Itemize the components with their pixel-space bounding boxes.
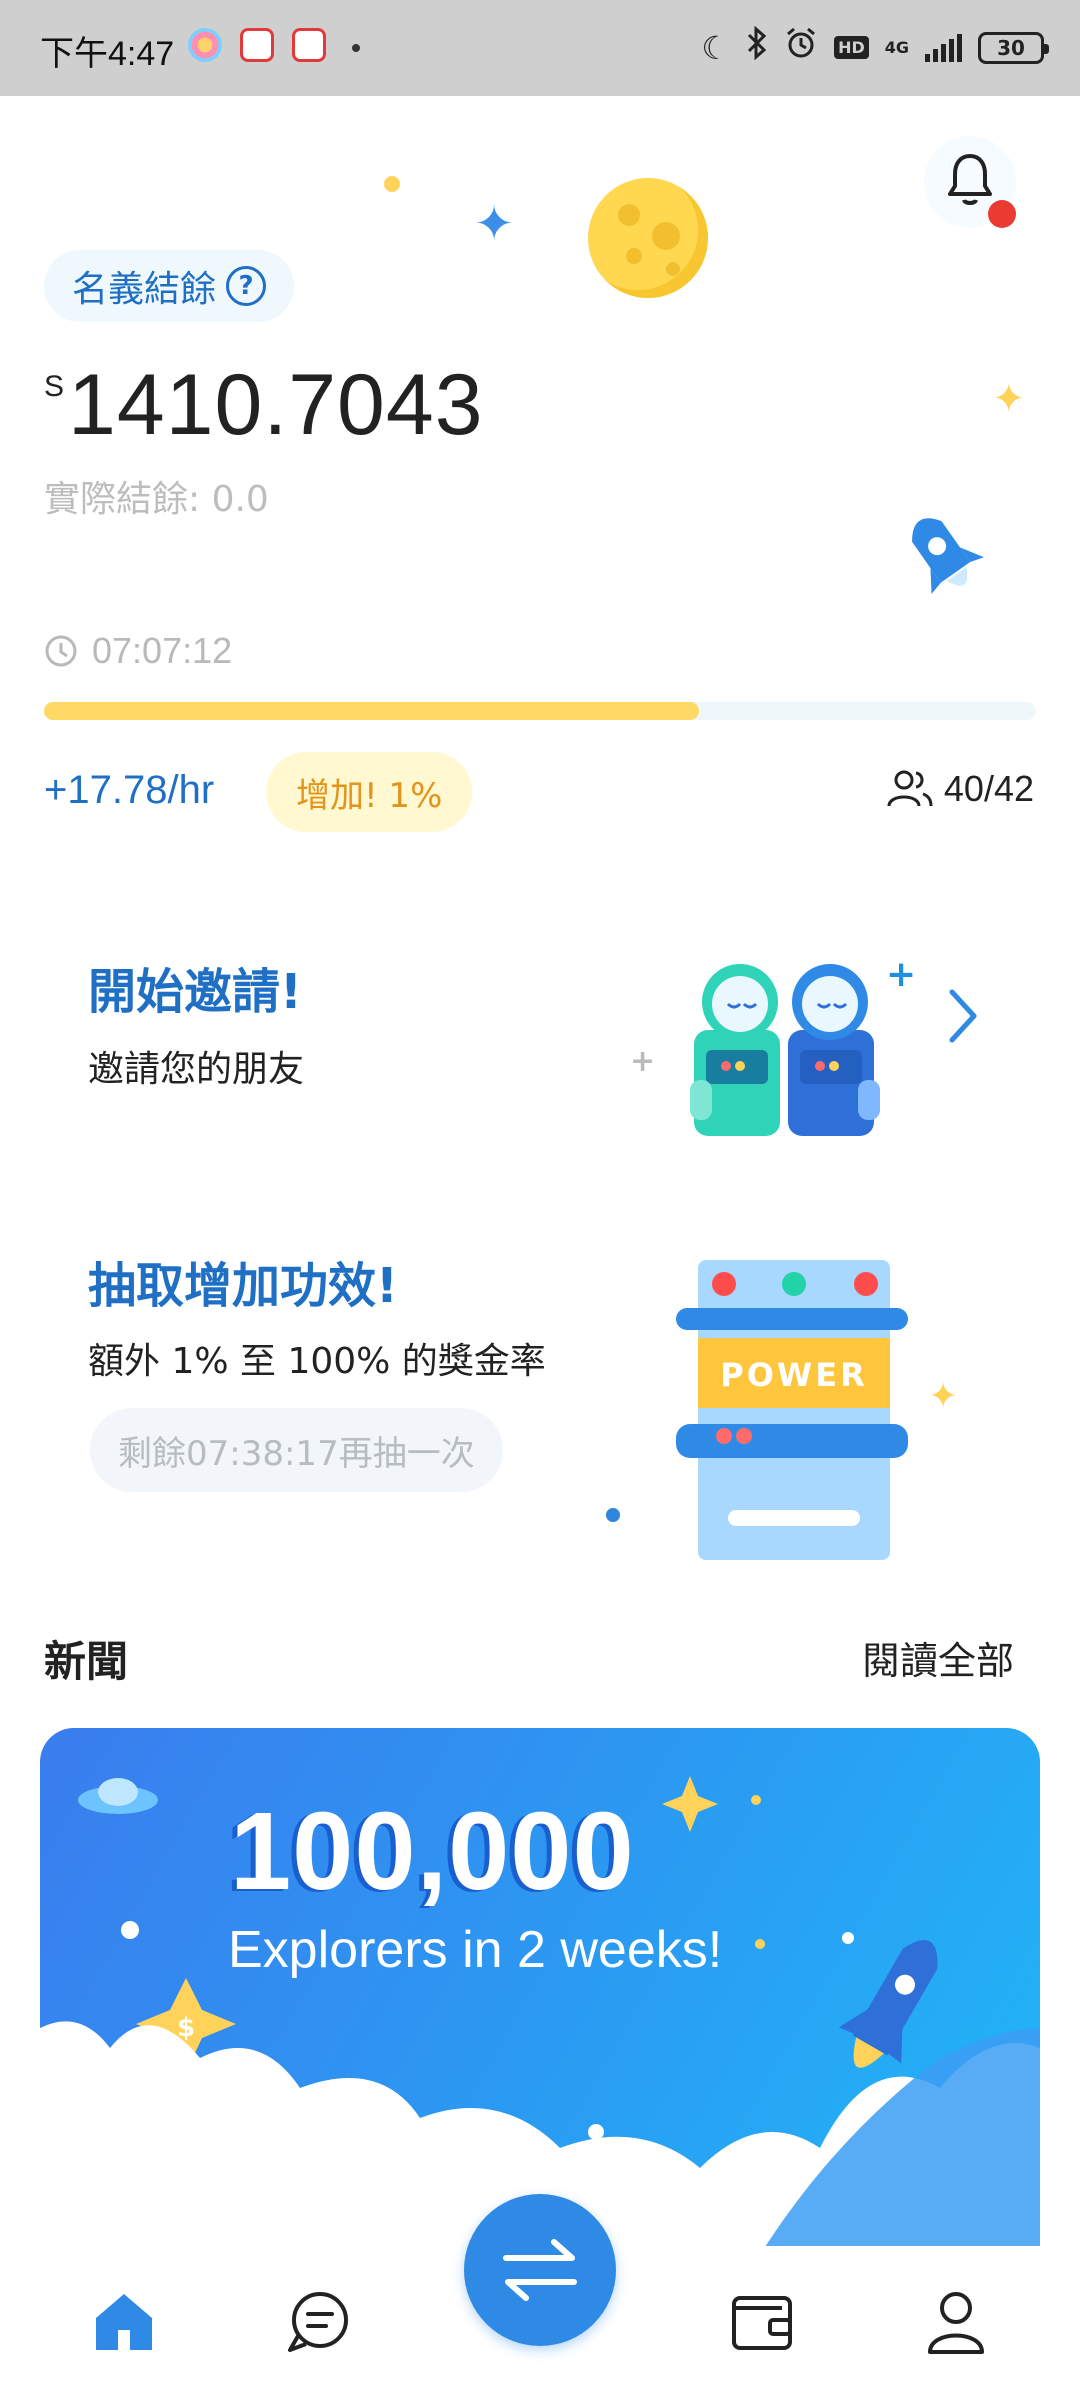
- app-notification-icon: [292, 28, 326, 62]
- mining-rate: +17.78/hr: [44, 768, 215, 812]
- help-icon[interactable]: ?: [226, 266, 267, 306]
- boost-badge[interactable]: 增加! 1%: [266, 752, 473, 832]
- chat-icon[interactable]: [282, 2286, 354, 2358]
- timer-text: 07:07:12: [92, 630, 233, 671]
- chevron-right-icon[interactable]: [946, 988, 980, 1044]
- wallet-icon[interactable]: [726, 2286, 798, 2358]
- draw-subtitle: 額外 1% 至 100% 的獎金率: [88, 1341, 546, 1382]
- app-notification-icon: [188, 28, 222, 62]
- actual-balance: 實際結餘: 0.0: [44, 479, 269, 520]
- draw-title: 抽取增加功效!: [88, 1258, 398, 1314]
- status-icons: ☾ HD 4G 30: [701, 25, 1049, 69]
- network-type: 4G: [884, 37, 909, 57]
- mining-progress-bar: [44, 702, 1036, 720]
- banner-headline: 100,000: [230, 1790, 635, 1913]
- battery-level: 30: [997, 35, 1025, 60]
- home-icon[interactable]: [88, 2286, 160, 2358]
- plus-icon: +: [886, 954, 917, 995]
- status-bar: 下午4:47 ☾ HD 4G 30: [0, 0, 1080, 96]
- mining-progress-fill: [44, 702, 699, 720]
- power-machine-illustration: POWER: [676, 1260, 908, 1560]
- notification-app-icons: [188, 28, 326, 62]
- balance-display: S 1410.7043: [44, 356, 484, 455]
- machine-label: POWER: [720, 1356, 867, 1394]
- invite-title: 開始邀請!: [88, 964, 302, 1020]
- hd-icon: HD: [834, 36, 869, 59]
- decor-dot: [384, 176, 400, 192]
- sparkle-icon: ✦: [928, 1376, 959, 1417]
- sparkle-icon: ✦: [474, 196, 515, 252]
- team-members[interactable]: 40/42: [886, 768, 1034, 810]
- profile-icon[interactable]: [920, 2286, 992, 2358]
- currency-symbol: S: [44, 370, 65, 403]
- alarm-icon: [784, 26, 818, 69]
- bell-icon: [948, 154, 992, 205]
- decor-dot: [606, 1508, 620, 1522]
- notification-badge: [988, 200, 1016, 228]
- swap-icon: [503, 2239, 577, 2301]
- rocket-icon: [912, 518, 984, 595]
- users-icon: [887, 770, 933, 807]
- read-all-link[interactable]: 閱讀全部: [862, 1630, 1014, 1685]
- bluetooth-icon: [746, 25, 768, 69]
- status-time: 下午4:47: [40, 35, 175, 73]
- balance-amount: 1410.7043: [68, 357, 484, 453]
- battery-icon: 30: [978, 31, 1049, 64]
- swap-button[interactable]: [464, 2194, 616, 2346]
- sparkle-icon: ✦: [992, 376, 1026, 422]
- invite-subtitle: 邀請您的朋友: [88, 1049, 305, 1090]
- more-notifications-dot: [352, 44, 360, 52]
- banner-subline: Explorers in 2 weeks!: [228, 1921, 723, 1979]
- nominal-balance-text: 名義結餘: [72, 269, 217, 310]
- news-section-title: 新聞: [44, 1637, 129, 1686]
- moon-icon: ☾: [701, 28, 731, 67]
- clock-icon: [45, 635, 77, 667]
- signal-icon: [925, 33, 962, 62]
- members-count: 40/42: [943, 768, 1034, 809]
- plus-icon: +: [630, 1044, 656, 1079]
- draw-cooldown-button[interactable]: 剩餘07:38:17再抽一次: [90, 1408, 503, 1492]
- moon-illustration: [588, 178, 708, 298]
- nominal-balance-label[interactable]: 名義結餘 ?: [44, 250, 295, 322]
- mining-timer: 07:07:12: [44, 630, 232, 672]
- app-notification-icon: [240, 28, 274, 62]
- astronauts-illustration: [690, 964, 880, 1136]
